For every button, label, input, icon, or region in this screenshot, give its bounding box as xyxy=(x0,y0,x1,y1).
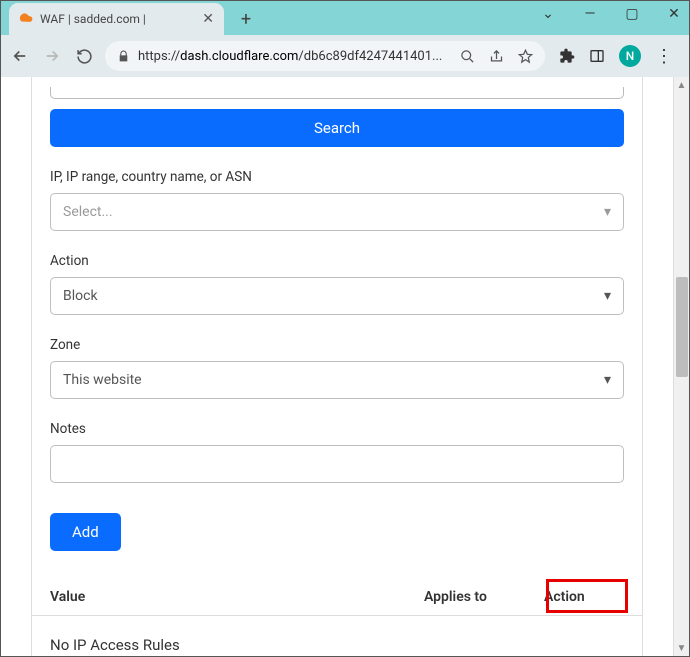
profile-avatar[interactable]: N xyxy=(619,45,641,67)
caret-down-icon: ▾ xyxy=(604,372,611,388)
search-input-bottom[interactable] xyxy=(50,87,624,99)
action-label: Action xyxy=(50,253,624,269)
browser-toolbar: https://dash.cloudflare.com/db6c89df4247… xyxy=(1,35,689,77)
url-text: https://dash.cloudflare.com/db6c89df4247… xyxy=(138,49,452,64)
action-select[interactable]: Block ▾ xyxy=(50,277,624,315)
close-tab-icon[interactable]: ✕ xyxy=(202,11,214,27)
page-content: Search IP, IP range, country name, or AS… xyxy=(1,77,673,656)
notes-input[interactable] xyxy=(50,445,624,483)
ip-label: IP, IP range, country name, or ASN xyxy=(50,169,624,185)
close-window-icon[interactable]: ✕ xyxy=(664,4,684,24)
zone-label: Zone xyxy=(50,337,624,353)
titlebar: WAF | sadded.com | ✕ + ⌄ — ▢ ✕ xyxy=(1,1,689,35)
caret-down-icon: ▾ xyxy=(604,288,611,304)
column-applies-to[interactable]: Applies to xyxy=(424,589,544,605)
table-header: Value Applies to Action xyxy=(50,589,624,615)
menu-icon[interactable]: ⋮ xyxy=(655,46,673,67)
ip-select[interactable]: Select... ▾ xyxy=(50,193,624,231)
reload-button[interactable] xyxy=(73,45,95,67)
share-icon[interactable] xyxy=(489,49,504,64)
add-button[interactable]: Add xyxy=(50,513,121,551)
caret-down-icon: ▾ xyxy=(604,204,611,220)
chevron-down-icon[interactable]: ⌄ xyxy=(538,4,558,24)
search-button[interactable]: Search xyxy=(50,109,624,147)
back-button[interactable] xyxy=(9,45,31,67)
ip-select-value: Select... xyxy=(63,204,113,220)
window-controls: ⌄ — ▢ ✕ xyxy=(538,4,684,24)
lock-icon xyxy=(117,50,130,63)
extensions-icon[interactable] xyxy=(559,48,575,64)
new-tab-button[interactable]: + xyxy=(232,5,260,33)
forward-button[interactable] xyxy=(41,45,63,67)
scrollbar[interactable]: ▲ ▼ xyxy=(673,77,689,656)
star-icon[interactable] xyxy=(518,49,533,64)
minimize-icon[interactable]: — xyxy=(580,4,600,24)
action-select-value: Block xyxy=(63,288,98,304)
search-icon[interactable] xyxy=(460,49,475,64)
column-action[interactable]: Action xyxy=(544,589,624,605)
zone-select[interactable]: This website ▾ xyxy=(50,361,624,399)
scrollbar-thumb[interactable] xyxy=(676,277,688,377)
maximize-icon[interactable]: ▢ xyxy=(622,4,642,24)
scroll-down-icon[interactable]: ▼ xyxy=(674,640,689,656)
scroll-up-icon[interactable]: ▲ xyxy=(674,77,689,93)
zone-select-value: This website xyxy=(63,372,142,388)
empty-state: No IP Access Rules xyxy=(50,616,624,656)
address-bar[interactable]: https://dash.cloudflare.com/db6c89df4247… xyxy=(105,41,545,71)
panel-icon[interactable] xyxy=(589,48,605,64)
column-value[interactable]: Value xyxy=(50,589,424,605)
notes-label: Notes xyxy=(50,421,624,437)
browser-tab[interactable]: WAF | sadded.com | ✕ xyxy=(9,3,224,35)
cloudflare-icon xyxy=(19,12,33,26)
tab-title: WAF | sadded.com | xyxy=(40,12,146,26)
